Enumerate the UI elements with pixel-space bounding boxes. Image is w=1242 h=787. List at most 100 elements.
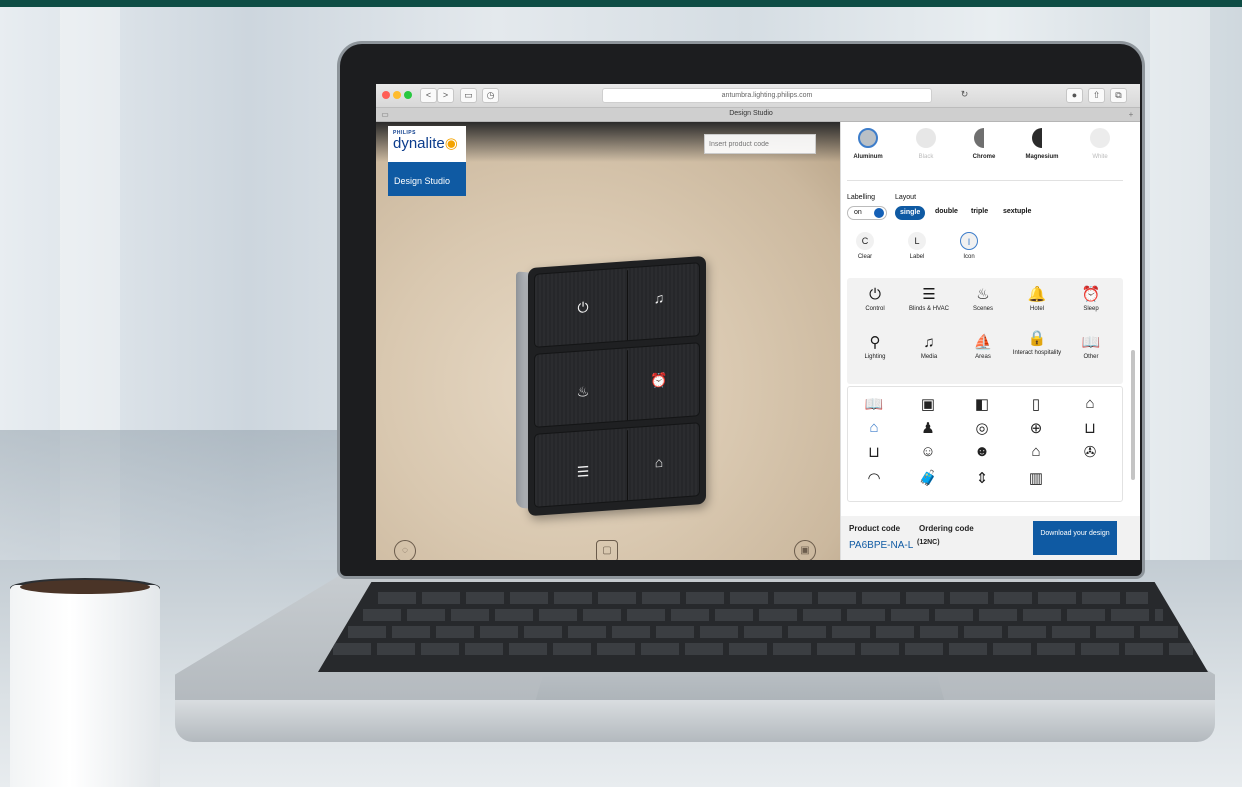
mode-label: Clear	[857, 254, 873, 260]
elevator-icon[interactable]: ⇕	[970, 469, 994, 487]
rocker-middle[interactable]: ♨ ⏰	[534, 342, 700, 428]
forward-button[interactable]: >	[437, 88, 454, 103]
rocker-bottom[interactable]: ☰ ⌂	[534, 422, 700, 508]
finish-swatch	[1032, 128, 1052, 148]
laptop-keyboard	[318, 582, 1208, 672]
person-icon[interactable]: ♟	[916, 419, 940, 437]
finish-label: Magnesium	[1025, 154, 1059, 160]
background-pillar	[1150, 7, 1210, 567]
frame-icon[interactable]: ▢	[596, 540, 618, 560]
layout-single[interactable]: single	[895, 206, 926, 220]
switch-plate-preview[interactable]: ⏻ ♫ ♨ ⏰ ☰ ⌂	[528, 255, 706, 517]
category-media[interactable]: ♫ Media	[903, 334, 955, 360]
product-viewer[interactable]: PHILIPS dynalite◉ Design Studio ⏻ ♫ ♨ ⏰ …	[376, 122, 840, 560]
category-control[interactable]: ⏻ Control	[849, 286, 901, 312]
blinds-icon: ☰	[922, 286, 936, 303]
mode-label: Icon	[963, 254, 975, 260]
smile-solid-icon[interactable]: ☻	[970, 443, 994, 460]
alarm-icon: ⏰	[650, 371, 668, 389]
mode-icon[interactable]: I Icon	[949, 232, 989, 260]
address-bar[interactable]: antumbra.lighting.philips.com	[602, 88, 932, 103]
bed-alt-icon[interactable]: ⊔	[862, 443, 886, 461]
category-hotel[interactable]: 🔔 Hotel	[1011, 286, 1063, 312]
rocker-split	[627, 270, 628, 341]
layout-sextuple[interactable]: sextuple	[999, 206, 1035, 220]
clear-icon: C	[856, 232, 874, 250]
mode-clear[interactable]: C Clear	[845, 232, 885, 260]
power-icon: ⏻	[577, 298, 589, 316]
key-row	[363, 609, 1163, 621]
toggle-knob	[874, 208, 884, 218]
back-button[interactable]: <	[420, 88, 437, 103]
laptop-front-edge	[175, 700, 1215, 742]
extension-icon[interactable]: ●	[1066, 88, 1083, 103]
share-icon[interactable]: ⇧	[1088, 88, 1105, 103]
category-label: Other	[1083, 354, 1099, 360]
rocker-top[interactable]: ⏻ ♫	[534, 262, 700, 348]
category-scenes[interactable]: ♨ Scenes	[957, 286, 1009, 312]
download-design-button[interactable]: Download your design	[1033, 521, 1117, 555]
category-areas[interactable]: ⛵ Areas	[957, 334, 1009, 360]
dynalite-logo-icon: ◉	[444, 135, 458, 152]
fan-icon[interactable]: ✇	[1078, 443, 1102, 461]
finish-label: White	[1092, 154, 1108, 160]
cabinet-icon[interactable]: ▥	[1024, 469, 1048, 487]
smile-icon[interactable]: ☺	[916, 443, 940, 460]
category-other[interactable]: 📖 Other	[1065, 334, 1117, 360]
home-arrow-icon[interactable]: ⌂	[1024, 443, 1048, 460]
plus-circle-icon[interactable]: ⊕	[1024, 419, 1048, 437]
music-icon: ♫	[653, 289, 665, 307]
finish-white[interactable]: White	[1075, 128, 1125, 160]
divider	[847, 180, 1123, 181]
brand-logo[interactable]: PHILIPS dynalite◉ Design Studio	[388, 126, 466, 198]
layout-double[interactable]: double	[931, 206, 962, 220]
minimize-window-button[interactable]	[393, 91, 401, 99]
door-icon[interactable]: ◧	[970, 395, 994, 413]
category-lighting[interactable]: ⚲ Lighting	[849, 334, 901, 360]
house-icon[interactable]: ⌂	[1078, 395, 1102, 412]
labelling-toggle[interactable]: on	[847, 206, 887, 220]
finish-label: Black	[918, 154, 934, 160]
music-icon: ♫	[923, 334, 935, 351]
category-blinds-hvac[interactable]: ☰ Blinds & HVAC	[903, 286, 955, 312]
alarm-icon: ⏰	[1081, 286, 1101, 303]
tab-design-studio[interactable]: Design Studio	[676, 110, 826, 117]
rocker-split	[627, 350, 628, 421]
target-icon[interactable]: ◎	[970, 419, 994, 437]
new-tab-icon[interactable]: +	[1126, 110, 1136, 120]
scenes-icon: ♨	[576, 382, 590, 400]
panel-scrollbar[interactable]	[1131, 350, 1135, 480]
category-label: Media	[920, 354, 938, 360]
bulb-icon[interactable]: ◌	[394, 540, 416, 560]
layout-triple[interactable]: triple	[967, 206, 992, 220]
house-blue-icon[interactable]: ⌂	[862, 419, 886, 436]
tabs-overview-icon[interactable]: ⧉	[1110, 88, 1127, 103]
finish-aluminum[interactable]: Aluminum	[843, 128, 893, 160]
mode-label[interactable]: L Label	[897, 232, 937, 260]
top-accent-bar	[0, 0, 1242, 7]
finish-chrome[interactable]: Chrome	[959, 128, 1009, 160]
gauge-icon[interactable]: ◠	[862, 469, 886, 487]
category-sleep[interactable]: ⏰ Sleep	[1065, 286, 1117, 312]
configuration-panel: Aluminum Black Chrome Magnesium White La…	[840, 122, 1140, 560]
category-label: Lighting	[864, 354, 886, 360]
luggage-icon[interactable]: 🧳	[916, 469, 940, 487]
zoom-window-button[interactable]	[404, 91, 412, 99]
product-code-value: PA6BPE-NA-L	[849, 540, 914, 551]
book-solid-icon[interactable]: ▣	[916, 395, 940, 413]
finish-black[interactable]: Black	[901, 128, 951, 160]
bed-icon[interactable]: ⊔	[1078, 419, 1102, 437]
sidebar-toggle-icon[interactable]: ▭	[460, 88, 477, 103]
coffee	[20, 580, 150, 594]
order-footer: Product code Ordering code PA6BPE-NA-L (…	[841, 516, 1140, 560]
finish-magnesium[interactable]: Magnesium	[1017, 128, 1067, 160]
product-code-input[interactable]	[704, 134, 816, 154]
close-window-button[interactable]	[382, 91, 390, 99]
gallery-icon[interactable]: ▣	[794, 540, 816, 560]
category-interact-hospitality[interactable]: 🔒 Interact hospitality	[1011, 330, 1063, 356]
history-icon[interactable]: ◷	[482, 88, 499, 103]
reload-icon[interactable]: ↻	[956, 88, 973, 103]
open-book-icon[interactable]: 📖	[862, 395, 886, 413]
door-open-icon[interactable]: ▯	[1024, 395, 1048, 413]
tab-list-icon[interactable]: ▭	[380, 110, 390, 120]
